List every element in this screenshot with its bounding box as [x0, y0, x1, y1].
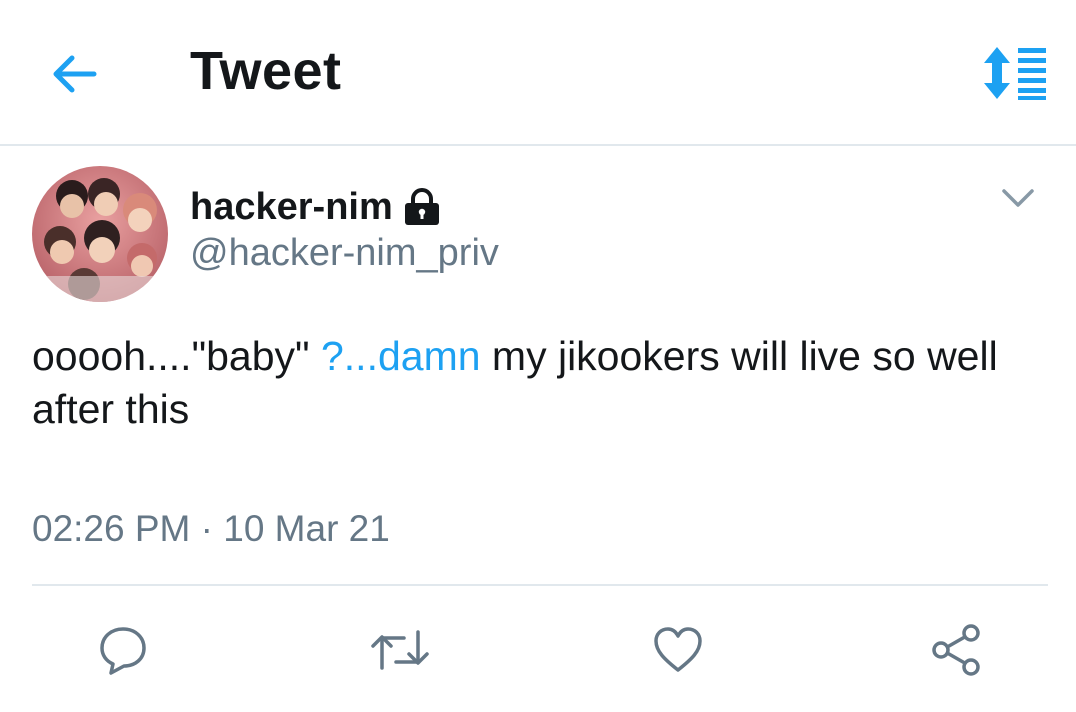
sort-order-icon: [984, 47, 1046, 100]
share-button[interactable]: [926, 622, 986, 678]
retweet-icon: [371, 630, 429, 670]
chevron-down-icon: [1002, 189, 1034, 207]
tweet-timestamp: 02:26 PM · 10 Mar 21: [32, 508, 390, 549]
avatar-photo: [32, 166, 168, 302]
retweet-button[interactable]: [370, 622, 430, 678]
reply-button[interactable]: [93, 622, 153, 678]
lock-icon: [404, 188, 439, 225]
page-title: Tweet: [190, 41, 342, 101]
user-handle[interactable]: @hacker-nim_priv: [190, 232, 499, 275]
tweet-menu-button[interactable]: [996, 178, 1040, 218]
author-name-row: hacker-nim: [190, 184, 441, 230]
share-icon: [932, 624, 980, 676]
heart-icon: [654, 627, 702, 672]
tweet-link[interactable]: ?...damn: [321, 333, 481, 379]
tweet-text: ooooh...."baby" ?...damn my jikookers wi…: [32, 330, 1052, 436]
sort-button[interactable]: [976, 40, 1054, 106]
like-button[interactable]: [648, 622, 708, 678]
tweet-detail-page: Tweet hacker-nim @hacker-nim_priv ooooh.…: [0, 0, 1076, 712]
avatar[interactable]: [32, 166, 168, 302]
arrow-left-icon: [53, 55, 97, 93]
display-name[interactable]: hacker-nim: [190, 186, 393, 229]
divider: [32, 584, 1048, 586]
back-button[interactable]: [44, 46, 104, 102]
top-app-bar: Tweet: [0, 0, 1076, 146]
reply-icon: [100, 627, 146, 675]
tweet-text-start: ooooh...."baby": [32, 333, 321, 379]
